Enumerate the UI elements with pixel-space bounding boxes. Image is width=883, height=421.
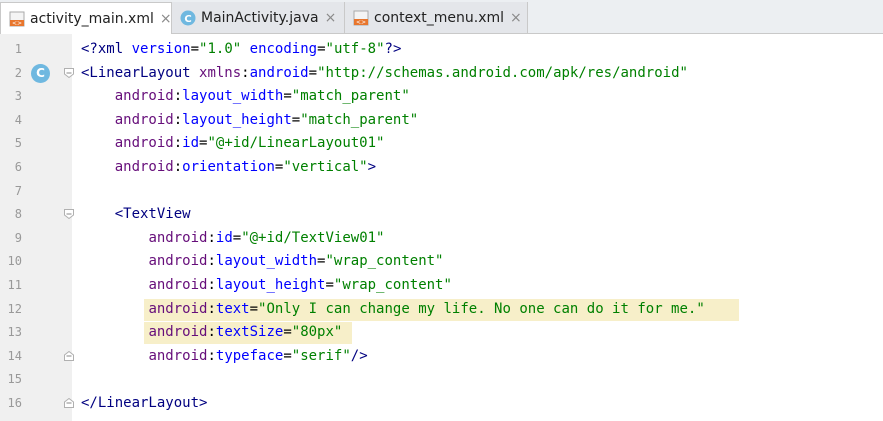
line-number: 13 [7, 325, 22, 340]
xml-file-icon: <> [9, 11, 25, 27]
code-line[interactable]: android:layout_height="match_parent" [81, 109, 418, 133]
fold-end-icon[interactable] [64, 350, 74, 361]
line-number: 12 [7, 301, 22, 316]
line-number: 9 [14, 230, 22, 245]
tab-main-activity-java[interactable]: C MainActivity.java × [172, 2, 345, 33]
fold-end-icon[interactable] [64, 398, 74, 408]
line-number: 10 [7, 254, 22, 269]
code-line[interactable]: android:text="Only I can change my life.… [81, 298, 704, 322]
code-line[interactable]: android:layout_width="wrap_content" [81, 250, 443, 274]
close-icon[interactable]: × [510, 10, 522, 26]
line-number: 6 [14, 160, 22, 174]
code-line[interactable]: android:textSize="80px" [81, 321, 342, 345]
code-line[interactable]: android:id="@+id/TextView01" [81, 227, 384, 251]
editor-tab-bar: <> activity_main.xml × C MainActivity.ja… [0, 0, 883, 34]
code-line[interactable]: android:typeface="serif"/> [81, 345, 367, 369]
code-line[interactable]: <LinearLayout xmlns:android="http://sche… [81, 62, 688, 86]
line-number: 4 [14, 112, 22, 127]
line-number: 5 [14, 136, 22, 151]
line-number: 14 [7, 348, 22, 363]
code-line[interactable]: </LinearLayout> [81, 392, 207, 416]
code-line[interactable]: android:orientation="vertical"> [81, 156, 376, 180]
tab-label: activity_main.xml [30, 10, 154, 27]
tab-activity-main-xml[interactable]: <> activity_main.xml × [0, 2, 172, 34]
code-line[interactable]: android:layout_height="wrap_content" [81, 274, 451, 298]
line-number: 3 [14, 89, 22, 104]
line-number: 8 [14, 207, 22, 222]
java-class-icon: C [180, 10, 196, 25]
xml-file-icon: <> [353, 10, 369, 26]
line-number: 1 [14, 42, 22, 56]
line-number: 16 [7, 396, 22, 410]
code-line[interactable]: android:id="@+id/LinearLayout01" [81, 132, 385, 156]
code-line[interactable]: <?xml version="1.0" encoding="utf-8"?> [81, 38, 401, 62]
line-number: 11 [7, 278, 22, 292]
close-icon[interactable]: × [325, 10, 337, 26]
close-icon[interactable]: × [160, 11, 172, 27]
line-number: 15 [7, 372, 22, 387]
line-number: 7 [14, 183, 22, 198]
fold-collapse-icon[interactable] [64, 67, 74, 78]
class-gutter-icon[interactable]: C [31, 63, 50, 83]
svg-text:<>: <> [356, 19, 366, 26]
tab-label: MainActivity.java [201, 9, 319, 26]
code-line[interactable]: android:layout_width="match_parent" [81, 85, 410, 109]
code-line[interactable]: <TextView [81, 203, 191, 227]
svg-text:<>: <> [12, 20, 22, 27]
fold-collapse-icon[interactable] [64, 209, 74, 220]
svg-text:C: C [184, 14, 191, 25]
tab-label: context_menu.xml [374, 9, 505, 26]
line-number: 2 [14, 65, 22, 80]
tab-context-menu-xml[interactable]: <> context_menu.xml × [345, 2, 528, 33]
